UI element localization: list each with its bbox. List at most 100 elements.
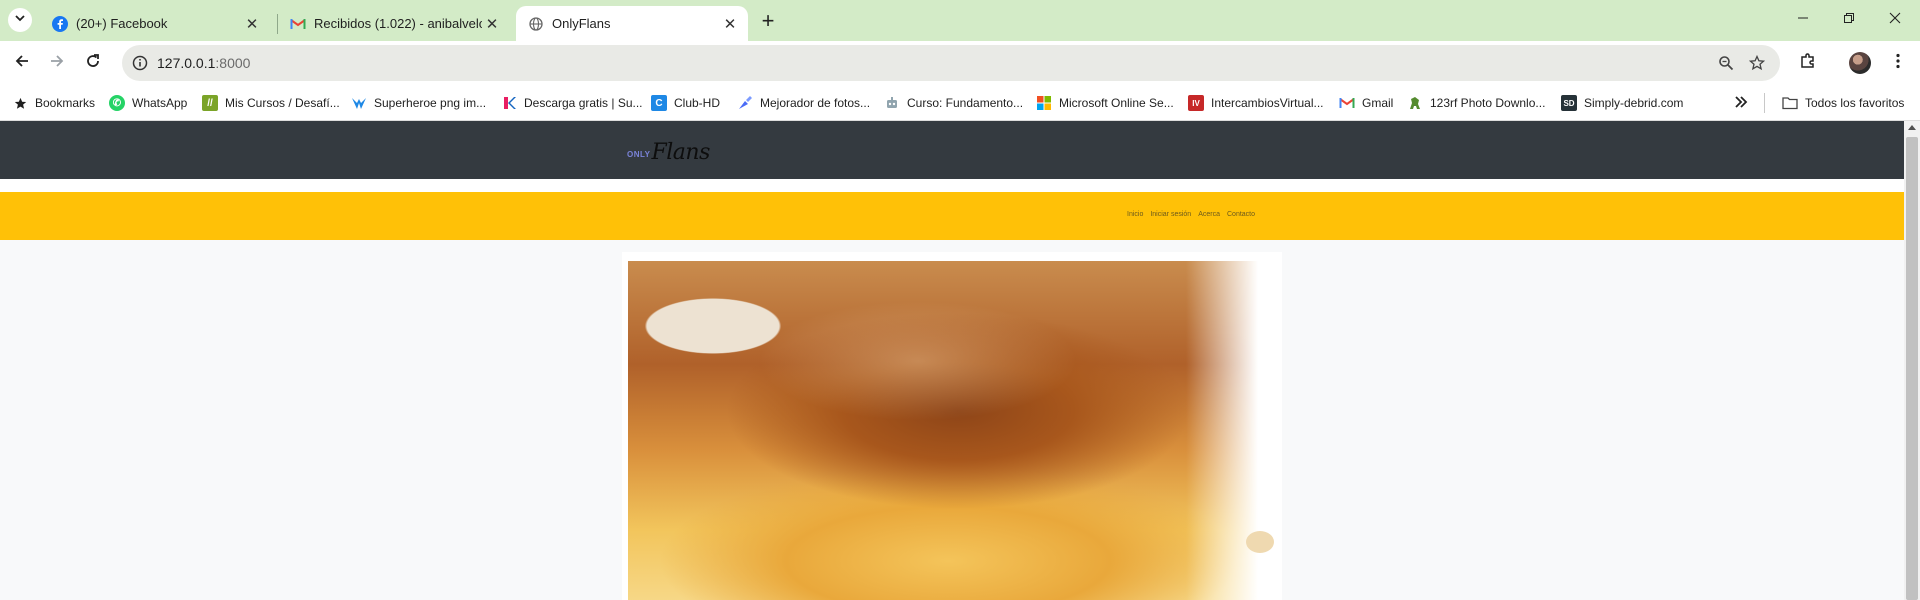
back-button[interactable]	[8, 49, 36, 77]
bookmark-123rf[interactable]: 123rf Photo Downlo...	[1407, 93, 1545, 113]
nav-link-inicio[interactable]: Inicio	[1127, 211, 1143, 218]
new-tab-button[interactable]: +	[756, 10, 780, 34]
tab-onlyflans[interactable]: OnlyFlans ✕	[516, 6, 748, 41]
site-header: ONLY Flans	[0, 121, 1904, 179]
bookmark-label: Microsoft Online Se...	[1059, 96, 1174, 110]
restore-icon	[1843, 11, 1855, 29]
forward-button[interactable]	[43, 49, 71, 77]
profile-button[interactable]	[1846, 49, 1874, 77]
bookmark-label: Curso: Fundamento...	[907, 96, 1024, 110]
bookmark-mejorador[interactable]: Mejorador de fotos...	[737, 93, 870, 113]
bookmark-label: Simply-debrid.com	[1584, 96, 1684, 110]
nav-link-iniciar-sesion[interactable]: Iniciar sesión	[1150, 211, 1191, 218]
close-icon[interactable]: ✕	[482, 14, 502, 34]
page-scrollbar[interactable]	[1904, 121, 1920, 600]
url-text: 127.0.0.1:8000	[157, 55, 250, 71]
close-window-button[interactable]	[1872, 6, 1918, 34]
site-logo[interactable]: ONLY Flans	[627, 135, 710, 165]
double-chevron-right-icon	[1734, 95, 1748, 111]
bookmark-mis-cursos[interactable]: // Mis Cursos / Desafí...	[202, 93, 340, 113]
gmail-icon	[290, 16, 306, 32]
bookmark-label: Mis Cursos / Desafí...	[225, 96, 340, 110]
arrow-right-icon	[49, 53, 65, 74]
browser-toolbar: 127.0.0.1:8000	[0, 41, 1920, 85]
bookmark-microsoft[interactable]: Microsoft Online Se...	[1036, 93, 1174, 113]
star-icon	[12, 95, 28, 111]
arrow-left-icon	[14, 53, 30, 74]
hero-image-flan	[628, 261, 1276, 600]
bookmark-label: Gmail	[1362, 96, 1394, 110]
header-spacer	[0, 179, 1904, 192]
bookmark-label: Club-HD	[674, 96, 721, 110]
all-bookmarks-folder[interactable]: Todos los favoritos	[1782, 93, 1904, 113]
avatar	[1849, 52, 1871, 74]
whatsapp-icon: ✆	[109, 95, 125, 111]
globe-icon	[528, 16, 544, 32]
tab-strip: (20+) Facebook ✕ Recibidos (1.022) - ani…	[0, 0, 1920, 41]
url-port: :8000	[215, 55, 251, 71]
reload-button[interactable]	[79, 49, 107, 77]
chevron-down-icon	[14, 11, 26, 29]
facebook-icon	[52, 15, 68, 32]
logo-small-text: ONLY	[627, 150, 651, 159]
hero-card	[622, 252, 1282, 600]
tab-title: (20+) Facebook	[76, 16, 168, 31]
bookmark-bookmarks[interactable]: Bookmarks	[12, 93, 95, 113]
bookmark-intercambios[interactable]: IV IntercambiosVirtual...	[1188, 93, 1324, 113]
dino-icon	[1407, 95, 1423, 111]
bookmark-curso-fundamentos[interactable]: Curso: Fundamento...	[884, 93, 1023, 113]
bookmark-label: Descarga gratis | Su...	[524, 96, 643, 110]
tab-search-button[interactable]	[8, 8, 32, 32]
address-bar[interactable]: 127.0.0.1:8000	[122, 45, 1780, 81]
bookmark-whatsapp[interactable]: ✆ WhatsApp	[109, 93, 187, 113]
reload-icon	[85, 53, 101, 74]
puzzle-icon	[1799, 52, 1817, 75]
star-icon[interactable]	[1747, 53, 1767, 73]
tab-title: OnlyFlans	[552, 16, 611, 31]
zoom-icon[interactable]	[1716, 53, 1736, 73]
close-icon[interactable]: ✕	[720, 14, 740, 34]
scroll-up-arrow-icon[interactable]	[1908, 125, 1916, 130]
bookmark-superheroe[interactable]: Superheroe png im...	[351, 93, 486, 113]
nav-link-contacto[interactable]: Contacto	[1227, 211, 1255, 218]
bookmark-club-hd[interactable]: C Club-HD	[651, 93, 720, 113]
scrollbar-thumb[interactable]	[1906, 137, 1918, 600]
bookmarks-bar: Bookmarks ✆ WhatsApp // Mis Cursos / Des…	[0, 85, 1920, 121]
site-navbar: Inicio Iniciar sesión Acerca Contacto	[0, 192, 1904, 240]
bookmarks-divider	[1764, 93, 1765, 113]
page-viewport: ONLY Flans Inicio Iniciar sesión Acerca …	[0, 121, 1904, 600]
nav-link-acerca[interactable]: Acerca	[1198, 211, 1220, 218]
bookmark-label: IntercambiosVirtual...	[1211, 96, 1324, 110]
tab-gmail[interactable]: Recibidos (1.022) - anibalvelozo ✕	[278, 6, 510, 41]
menu-button[interactable]	[1884, 49, 1912, 77]
bookmark-simply-debrid[interactable]: SD Simply-debrid.com	[1561, 93, 1683, 113]
bookmark-descarga-gratis[interactable]: Descarga gratis | Su...	[501, 93, 643, 113]
bookmark-gmail[interactable]: Gmail	[1339, 93, 1393, 113]
brush-icon	[737, 95, 753, 111]
close-icon[interactable]: ✕	[242, 14, 262, 34]
logo-script-text: Flans	[651, 140, 711, 165]
url-host: 127.0.0.1	[157, 55, 216, 71]
restore-button[interactable]	[1826, 6, 1872, 34]
site-info-icon[interactable]	[130, 53, 150, 73]
extensions-button[interactable]	[1794, 49, 1822, 77]
bookmark-label: WhatsApp	[132, 96, 188, 110]
bookmark-label: Todos los favoritos	[1805, 96, 1905, 110]
nav-links: Inicio Iniciar sesión Acerca Contacto	[1127, 211, 1255, 218]
minimize-button[interactable]	[1780, 6, 1826, 34]
gmail-icon	[1339, 95, 1355, 111]
bookmark-label: 123rf Photo Downlo...	[1430, 96, 1546, 110]
bookmark-label: Superheroe png im...	[374, 96, 487, 110]
caramel-highlight	[758, 301, 1078, 421]
tab-facebook[interactable]: (20+) Facebook ✕	[40, 6, 270, 41]
close-icon	[1889, 11, 1901, 29]
udemy-icon: //	[202, 95, 218, 111]
tab-title: Recibidos (1.022) - anibalvelozo	[314, 16, 482, 31]
robot-icon	[884, 95, 900, 111]
bookmark-label: Mejorador de fotos...	[760, 96, 871, 110]
iv-icon: IV	[1188, 95, 1204, 111]
freepik-icon	[501, 95, 517, 111]
folder-icon	[1782, 95, 1798, 111]
bookmarks-overflow-button[interactable]	[1734, 93, 1748, 113]
plus-icon: +	[761, 8, 775, 33]
